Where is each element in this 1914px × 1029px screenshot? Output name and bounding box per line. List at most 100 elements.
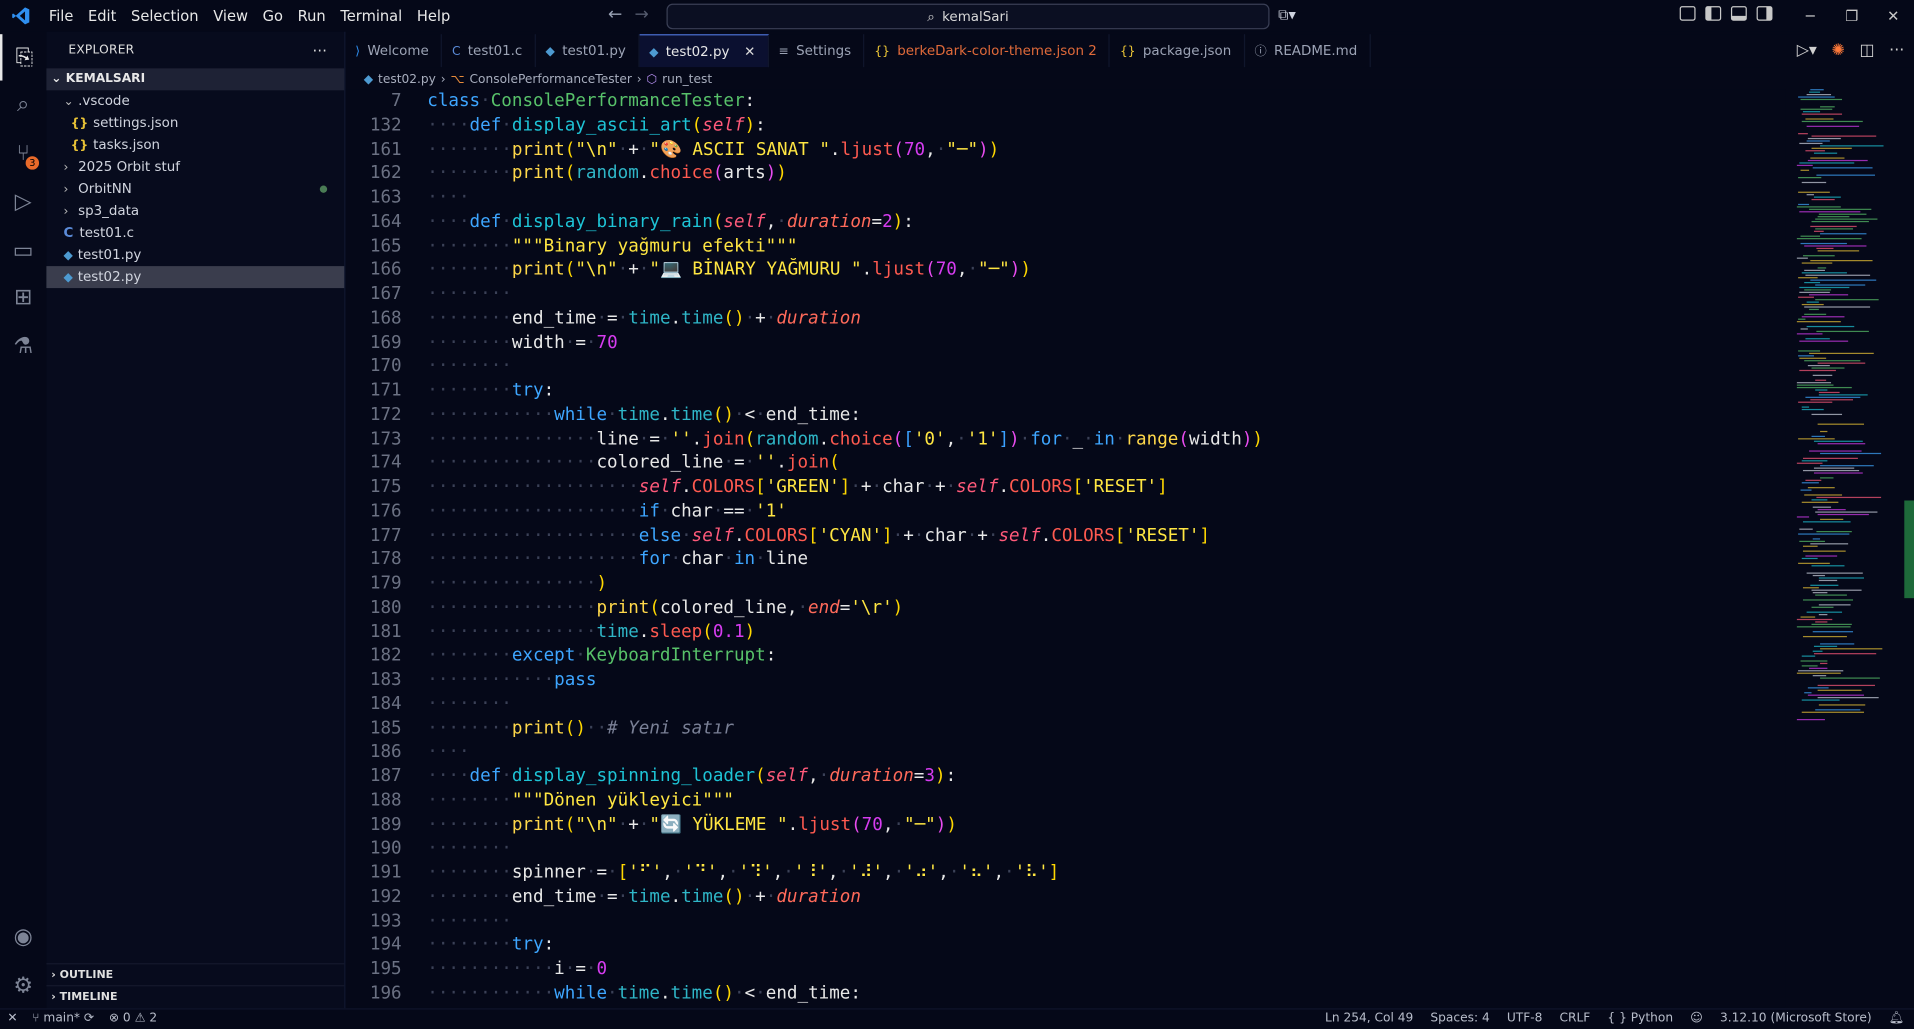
remote-indicator-icon[interactable]: ✕ <box>7 1012 17 1025</box>
file-tree-item[interactable]: ⌄ .vscode <box>46 90 344 112</box>
code-line[interactable]: 196 ············while·time.time()·<·end_t… <box>345 981 1785 1005</box>
code-line[interactable]: 132 ····def·display_ascii_art(self): <box>345 113 1785 137</box>
code-line[interactable]: 181 ················time.sleep(0.1) <box>345 620 1785 644</box>
toggle-panel-icon[interactable] <box>1730 6 1747 21</box>
code-line[interactable]: 188 ········"""Dönen yükleyici""" <box>345 788 1785 812</box>
more-actions-icon[interactable]: ··· <box>312 32 327 71</box>
code-line[interactable]: 195 ············i·=·0 <box>345 957 1785 981</box>
code-line[interactable]: 161 ········print("\n"·+·"🎨 ASCII SANAT "… <box>345 137 1785 161</box>
more-actions-icon[interactable]: ··· <box>1889 42 1904 60</box>
search-view-icon[interactable]: ⌕ <box>0 81 46 127</box>
code-line[interactable]: 192 ········end_time·=·time.time()·+·dura… <box>345 885 1785 909</box>
breadcrumb-method[interactable]: run_test <box>662 73 712 86</box>
python-interpreter[interactable]: 3.12.10 (Microsoft Store) <box>1720 1012 1872 1025</box>
code-line[interactable]: 187 ····def·display_spinning_loader(self,… <box>345 764 1785 788</box>
code-line[interactable]: 171 ········try: <box>345 378 1785 402</box>
code-line[interactable]: 190 ········ <box>345 836 1785 860</box>
copilot-status-icon[interactable]: ☺ <box>1690 1012 1703 1025</box>
code-line[interactable]: 169 ········width·=·70 <box>345 330 1785 354</box>
code-line[interactable]: 177 ····················else·self.COLORS[… <box>345 523 1785 547</box>
run-debug-icon[interactable]: ▷ <box>0 178 46 224</box>
code-line[interactable]: 193 ········ <box>345 909 1785 933</box>
back-arrow-icon[interactable]: ← <box>608 5 622 25</box>
code-line[interactable]: 173 ················line·=·''.join(random… <box>345 427 1785 451</box>
tab-welcome[interactable]: ⟩ Welcome <box>345 34 443 68</box>
restore-icon[interactable]: ❐ <box>1831 7 1873 24</box>
menu-item-help[interactable]: Help <box>410 0 458 32</box>
code-line[interactable]: 167 ········ <box>345 282 1785 306</box>
menu-item-go[interactable]: Go <box>255 0 290 32</box>
code-line[interactable]: 186 ···· <box>345 740 1785 764</box>
file-tree-item[interactable]: › sp3_data <box>46 200 344 222</box>
menu-item-run[interactable]: Run <box>290 0 333 32</box>
file-tree-item[interactable]: Ctest01.c <box>46 222 344 244</box>
code-line[interactable]: 172 ············while·time.time()·<·end_t… <box>345 403 1785 427</box>
code-line[interactable]: 183 ············pass <box>345 668 1785 692</box>
file-tree-item[interactable]: › 2025 Orbit stuf <box>46 156 344 178</box>
forward-arrow-icon[interactable]: → <box>634 5 648 25</box>
code-line[interactable]: 164 ····def·display_binary_rain(self,·dur… <box>345 210 1785 234</box>
tab-settings[interactable]: ≡ Settings <box>769 34 865 68</box>
code-line[interactable]: 184 ········ <box>345 692 1785 716</box>
copilot-sparkle-icon[interactable]: ✺ <box>1832 42 1845 60</box>
code-line[interactable]: 165 ········"""Binary yağmuru efekti""" <box>345 234 1785 258</box>
branch-status[interactable]: ⑂ main* ⟳ <box>32 1012 94 1025</box>
code-line[interactable]: 174 ················colored_line·=·''.joi… <box>345 451 1785 475</box>
extensions-icon[interactable]: ⊞ <box>0 273 46 319</box>
file-tree-item[interactable]: › OrbitNN <box>46 178 344 200</box>
testing-icon[interactable]: ⚗ <box>0 322 46 368</box>
toggle-primary-sidebar-icon[interactable] <box>1705 6 1722 21</box>
minimap[interactable] <box>1792 89 1902 1007</box>
editor-scrollbar[interactable] <box>1904 500 1914 599</box>
code-line[interactable]: 194 ········try: <box>345 933 1785 957</box>
line-ending[interactable]: CRLF <box>1560 1012 1591 1025</box>
code-line[interactable]: 179 ················) <box>345 571 1785 595</box>
run-python-file-icon[interactable]: ▷▾ <box>1797 42 1817 60</box>
menu-item-view[interactable]: View <box>206 0 255 32</box>
breadcrumb-file[interactable]: test02.py <box>378 73 436 86</box>
toggle-secondary-sidebar-icon[interactable] <box>1756 6 1773 21</box>
notifications-bell-icon[interactable]: 🔔︎ <box>1889 1012 1905 1025</box>
account-icon[interactable]: ◉ <box>0 913 46 959</box>
tab-test01-c[interactable]: Ctest01.c <box>442 34 536 68</box>
menu-item-edit[interactable]: Edit <box>81 0 124 32</box>
tab-berkedark-color-theme-json-2[interactable]: {} berkeDark-color-theme.json 2 <box>865 34 1111 68</box>
close-tab-icon[interactable]: ✕ <box>744 44 755 60</box>
customize-layout-icon[interactable] <box>1679 6 1696 21</box>
encoding[interactable]: UTF-8 <box>1507 1012 1543 1025</box>
source-control-icon[interactable]: ⑂ 3 <box>0 129 46 175</box>
split-editor-icon[interactable]: ◫ <box>1859 42 1874 60</box>
code-line[interactable]: 182 ········except·KeyboardInterrupt: <box>345 644 1785 668</box>
code-line[interactable]: 175 ····················self.COLORS['GREE… <box>345 475 1785 499</box>
code-line[interactable]: 163 ···· <box>345 186 1785 210</box>
minimize-icon[interactable]: ─ <box>1790 7 1832 24</box>
timeline-section[interactable]: › TIMELINE <box>46 985 345 1007</box>
tab-test02-py[interactable]: ◆ test02.py ✕ <box>639 34 769 68</box>
code-line[interactable]: 162 ········print(random.choice(arts)) <box>345 161 1785 185</box>
indentation[interactable]: Spaces: 4 <box>1430 1012 1489 1025</box>
copilot-icon[interactable]: ⧉▾ <box>1278 6 1296 24</box>
file-tree-item[interactable]: ◆ test02.py <box>46 266 345 289</box>
language-mode[interactable]: { } Python <box>1607 1012 1673 1025</box>
cursor-position[interactable]: Ln 254, Col 49 <box>1325 1012 1413 1025</box>
command-center-search[interactable]: ⌕ kemalSari <box>666 3 1270 30</box>
code-editor[interactable]: 7 class·ConsolePerformanceTester: 132 ····d… <box>345 89 1786 1008</box>
code-line[interactable]: 170 ········ <box>345 354 1785 378</box>
code-line[interactable]: 185 ········print()··# Yeni satır <box>345 716 1785 740</box>
file-tree-item[interactable]: {} tasks.json <box>46 134 344 156</box>
file-tree-item[interactable]: ◆ test01.py <box>46 244 344 266</box>
settings-gear-icon[interactable]: ⚙ <box>0 962 46 1008</box>
explorer-icon[interactable]: ⎘ <box>0 34 46 81</box>
remote-explorer-icon[interactable]: ▭ <box>0 227 46 273</box>
file-tree-item[interactable]: {} settings.json <box>46 112 344 134</box>
code-line[interactable]: 180 ················print(colored_line,·e… <box>345 595 1785 619</box>
code-line[interactable]: 168 ········end_time·=·time.time()·+·dura… <box>345 306 1785 330</box>
code-line[interactable]: 166 ········print("\n"·+·"💻 BİNARY YAĞMUR… <box>345 258 1785 282</box>
code-line[interactable]: 176 ····················if·char·==·'1' <box>345 499 1785 523</box>
close-window-icon[interactable]: ✕ <box>1873 7 1914 24</box>
outline-section[interactable]: › OUTLINE <box>46 963 345 985</box>
tab-readme-md[interactable]: ⓘ README.md <box>1245 34 1371 68</box>
workspace-root[interactable]: ⌄ KEMALSARI <box>46 68 345 91</box>
menu-item-terminal[interactable]: Terminal <box>333 0 410 32</box>
tab-test01-py[interactable]: ◆ test01.py <box>536 34 640 68</box>
